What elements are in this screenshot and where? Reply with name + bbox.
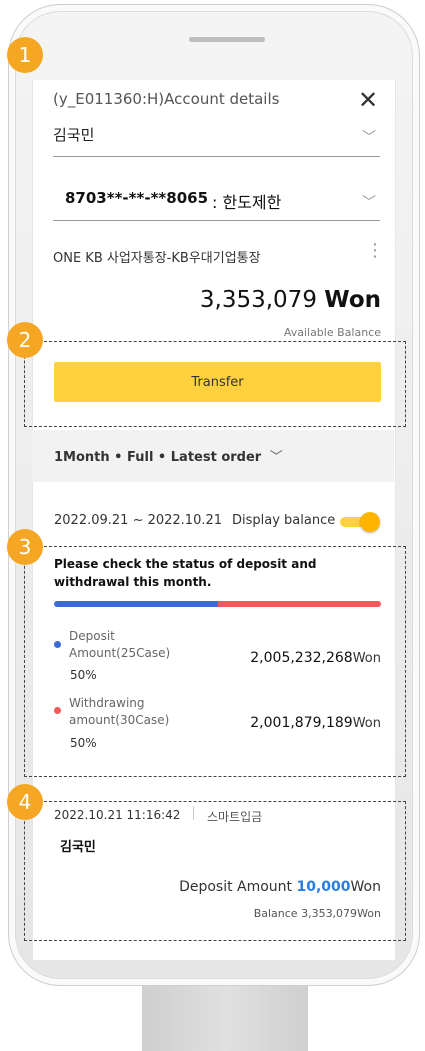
available-balance-label: Available Balance	[283, 326, 381, 339]
chevron-down-icon[interactable]: ﹀	[362, 127, 376, 147]
holder-selector[interactable]: 김국민	[53, 124, 94, 145]
chevron-down-icon: ﹀	[269, 450, 283, 465]
product-name: ONE KB 사업자통장-KB우대기업통장	[53, 251, 261, 266]
filter-label: 1Month • Full • Latest order	[54, 450, 262, 465]
balance-amount: 3,353,079 Won	[200, 287, 381, 313]
chevron-down-icon[interactable]: ﹀	[362, 192, 376, 212]
divider	[53, 156, 380, 157]
annotation-badge-4: 4	[7, 784, 43, 820]
annotation-box-3	[24, 546, 406, 777]
account-status: : 한도제한	[212, 193, 282, 212]
date-range: 2022.09.21 ~ 2022.10.21	[54, 513, 223, 528]
page-title: (y_E011360:H)Account details	[53, 90, 280, 108]
balance-unit: Won	[324, 287, 381, 313]
toggle-knob	[360, 512, 380, 532]
annotation-box-2	[24, 341, 406, 427]
annotation-badge-3: 3	[7, 529, 43, 565]
annotation-badge-1: 1	[7, 37, 43, 73]
display-balance-label: Display balance	[232, 513, 336, 528]
holder-name: 김국민	[53, 126, 95, 144]
divider	[53, 220, 380, 221]
balance-value: 3,353,079	[199, 287, 317, 313]
annotation-badge-2: 2	[7, 322, 43, 358]
close-icon[interactable]: ✕	[358, 86, 378, 114]
phone-speaker	[189, 37, 265, 42]
account-number[interactable]: 8703**-**-**8065	[65, 189, 208, 207]
annotation-box-4	[24, 801, 406, 941]
filter-selector[interactable]: 1Month • Full • Latest order ﹀	[54, 446, 283, 465]
phone-stand	[142, 985, 308, 1051]
more-options-icon[interactable]: ⋮	[366, 240, 384, 261]
display-balance-toggle[interactable]	[338, 512, 380, 532]
